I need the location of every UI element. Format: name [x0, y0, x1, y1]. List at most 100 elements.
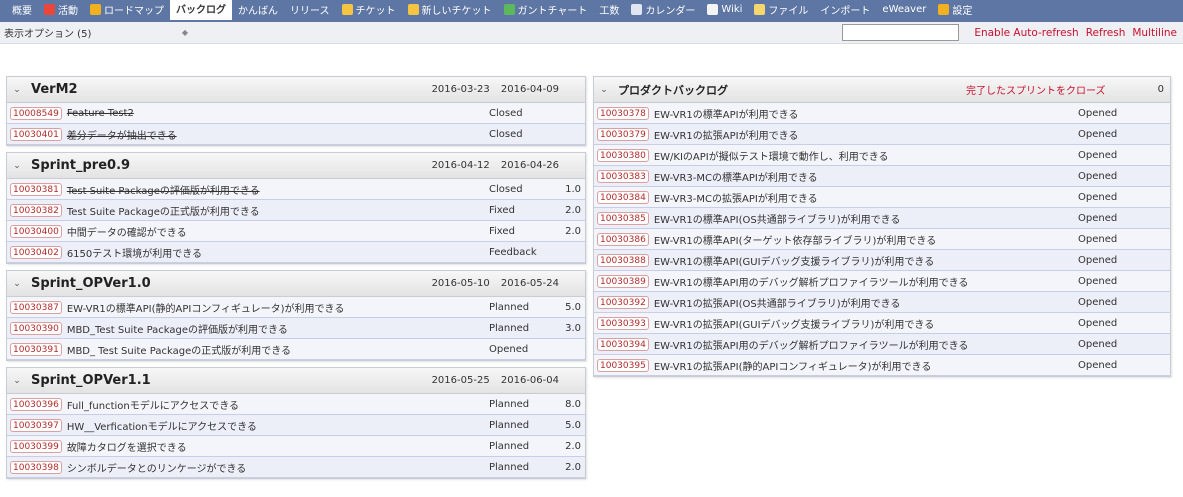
ticket-status[interactable]: Fixed	[489, 226, 515, 237]
ticket-id-link[interactable]: 10030380	[597, 148, 649, 162]
multiline-link[interactable]: Multiline	[1132, 27, 1177, 39]
ticket-id-link[interactable]: 10030386	[597, 232, 649, 246]
ticket-id-link[interactable]: 10030395	[597, 358, 649, 372]
ticket-row[interactable]: 10030400 中間データの確認ができる Fixed 2.0	[7, 221, 585, 242]
ticket-points[interactable]: 8.0	[565, 399, 581, 410]
ticket-title[interactable]: EW-VR1の拡張API用のデバッグ解析プロファイラツールが利用できる	[654, 337, 969, 352]
ticket-id-link[interactable]: 10008549	[10, 106, 62, 120]
ticket-status[interactable]: Opened	[1078, 171, 1117, 182]
ticket-title[interactable]: EW-VR1の拡張APIが利用できる	[654, 127, 799, 142]
ticket-id-link[interactable]: 10030400	[10, 224, 62, 238]
ticket-id-link[interactable]: 10030398	[10, 460, 62, 474]
ticket-title[interactable]: Test Suite Packageの評価版が利用できる	[67, 182, 260, 197]
chevron-down-icon[interactable]: ⌄	[7, 85, 27, 95]
ticket-title[interactable]: シンボルデータとのリンケージができる	[67, 460, 247, 475]
ticket-id-link[interactable]: 10030390	[10, 321, 62, 335]
nav-item-0[interactable]: 概要	[6, 0, 38, 20]
ticket-status[interactable]: Planned	[489, 420, 529, 431]
ticket-title[interactable]: 6150テスト環境が利用できる	[67, 245, 202, 260]
ticket-row[interactable]: 10030381 Test Suite Packageの評価版が利用できる Clos…	[7, 179, 585, 200]
ticket-row[interactable]: 10030392 EW-VR1の拡張API(OS共通部ライブラリ)が利用できる Op…	[594, 292, 1170, 313]
ticket-id-link[interactable]: 10030387	[10, 300, 62, 314]
ticket-title[interactable]: EW-VR3-MCの標準APIが利用できる	[654, 169, 818, 184]
ticket-row[interactable]: 10030389 EW-VR1の標準API用のデバッグ解析プロファイラツールが利用…	[594, 271, 1170, 292]
ticket-title[interactable]: EW-VR1の拡張API(静的APIコンフィギュレータ)が利用できる	[654, 358, 932, 373]
search-input[interactable]	[842, 24, 960, 41]
nav-item-10[interactable]: カレンダー	[625, 0, 701, 20]
ticket-row[interactable]: 10030396 Full_functionモデルにアクセスできる Planned 8…	[7, 394, 585, 415]
chevron-down-icon[interactable]: ⌄	[7, 376, 27, 386]
ticket-title[interactable]: MBD_Test Suite Packageの評価版が利用できる	[67, 321, 288, 336]
ticket-status[interactable]: Closed	[489, 108, 523, 119]
ticket-status[interactable]: Opened	[1078, 255, 1117, 266]
sprint-name[interactable]: Sprint_OPVer1.1	[31, 373, 151, 388]
ticket-status[interactable]: Opened	[489, 344, 528, 355]
ticket-points[interactable]: 5.0	[565, 420, 581, 431]
ticket-points[interactable]: 3.0	[565, 323, 581, 334]
nav-item-3[interactable]: バックログ	[170, 0, 232, 20]
ticket-status[interactable]: Opened	[1078, 213, 1117, 224]
ticket-status[interactable]: Opened	[1078, 318, 1117, 329]
ticket-status[interactable]: Opened	[1078, 360, 1117, 371]
ticket-title[interactable]: EW-VR3-MCの拡張APIが利用できる	[654, 190, 818, 205]
sprint-name[interactable]: Sprint_OPVer1.0	[31, 276, 151, 291]
ticket-id-link[interactable]: 10030388	[597, 253, 649, 267]
ticket-row[interactable]: 10030394 EW-VR1の拡張API用のデバッグ解析プロファイラツールが利用…	[594, 334, 1170, 355]
ticket-title[interactable]: HW__Verficationモデルにアクセスできる	[67, 418, 257, 433]
ticket-title[interactable]: EW-VR1の標準API(OS共通部ライブラリ)が利用できる	[654, 211, 901, 226]
ticket-points[interactable]: 1.0	[565, 184, 581, 195]
ticket-title[interactable]: EW-VR1の標準API(ターゲット依存部ライブラリ)が利用できる	[654, 232, 936, 247]
ticket-row[interactable]: 10030378 EW-VR1の標準APIが利用できる Opened	[594, 103, 1170, 124]
ticket-row[interactable]: 10030393 EW-VR1の拡張API(GUIデバッグ支援ライブラリ)が利用で…	[594, 313, 1170, 334]
close-completed-sprints-link[interactable]: 完了したスプリントをクローズ	[966, 82, 1106, 97]
ticket-id-link[interactable]: 10030383	[597, 169, 649, 183]
ticket-title[interactable]: Feature Test2	[67, 108, 134, 119]
ticket-id-link[interactable]: 10030381	[10, 182, 62, 196]
ticket-title[interactable]: 差分データが抽出できる	[67, 127, 177, 142]
ticket-row[interactable]: 10008549 Feature Test2 Closed	[7, 103, 585, 124]
ticket-points[interactable]: 2.0	[565, 462, 581, 473]
ticket-row[interactable]: 10030387 EW-VR1の標準API(静的APIコンフィギュレータ)が利用で…	[7, 297, 585, 318]
nav-item-5[interactable]: リリース	[284, 0, 336, 20]
ticket-row[interactable]: 10030382 Test Suite Packageの正式版が利用できる Fixe…	[7, 200, 585, 221]
ticket-title[interactable]: EW/KIのAPIが擬似テスト環境で動作し、利用できる	[654, 148, 889, 163]
sprint-name[interactable]: VerM2	[31, 82, 78, 97]
ticket-status[interactable]: Opened	[1078, 108, 1117, 119]
nav-item-8[interactable]: ガントチャート	[498, 0, 594, 20]
ticket-title[interactable]: EW-VR1の拡張API(GUIデバッグ支援ライブラリ)が利用できる	[654, 316, 934, 331]
ticket-id-link[interactable]: 10030401	[10, 127, 62, 141]
nav-item-9[interactable]: 工数	[593, 0, 625, 20]
ticket-status[interactable]: Opened	[1078, 276, 1117, 287]
ticket-id-link[interactable]: 10030402	[10, 245, 62, 259]
nav-item-1[interactable]: 活動	[38, 0, 84, 20]
nav-item-14[interactable]: eWeaver	[876, 0, 932, 20]
ticket-row[interactable]: 10030385 EW-VR1の標準API(OS共通部ライブラリ)が利用できる Op…	[594, 208, 1170, 229]
ticket-title[interactable]: 故障カタログを選択できる	[67, 439, 187, 454]
ticket-title[interactable]: EW-VR1の標準API(GUIデバッグ支援ライブラリ)が利用できる	[654, 253, 934, 268]
ticket-title[interactable]: MBD_ Test Suite Packageの正式版が利用できる	[67, 342, 291, 357]
ticket-title[interactable]: EW-VR1の標準API(静的APIコンフィギュレータ)が利用できる	[67, 300, 345, 315]
ticket-id-link[interactable]: 10030393	[597, 316, 649, 330]
ticket-id-link[interactable]: 10030384	[597, 190, 649, 204]
chevron-down-icon[interactable]: ⌄	[7, 161, 27, 171]
ticket-id-link[interactable]: 10030378	[597, 106, 649, 120]
ticket-id-link[interactable]: 10030397	[10, 418, 62, 432]
ticket-status[interactable]: Planned	[489, 441, 529, 452]
ticket-status[interactable]: Closed	[489, 184, 523, 195]
ticket-status[interactable]: Planned	[489, 462, 529, 473]
chevron-down-icon[interactable]: ⌄	[7, 279, 27, 289]
chevron-down-icon[interactable]: ⌄	[594, 85, 614, 95]
ticket-title[interactable]: Test Suite Packageの正式版が利用できる	[67, 203, 260, 218]
ticket-row[interactable]: 10030401 差分データが抽出できる Closed	[7, 124, 585, 145]
nav-item-11[interactable]: Wiki	[701, 0, 748, 20]
display-options-select[interactable]: 表示オプション (5) ◆	[1, 24, 191, 42]
sprint-name[interactable]: Sprint_pre0.9	[31, 158, 130, 173]
ticket-id-link[interactable]: 10030396	[10, 397, 62, 411]
ticket-status[interactable]: Planned	[489, 323, 529, 334]
ticket-status[interactable]: Opened	[1078, 234, 1117, 245]
ticket-row[interactable]: 10030384 EW-VR3-MCの拡張APIが利用できる Opened	[594, 187, 1170, 208]
nav-item-15[interactable]: 設定	[932, 0, 978, 20]
ticket-row[interactable]: 10030388 EW-VR1の標準API(GUIデバッグ支援ライブラリ)が利用で…	[594, 250, 1170, 271]
ticket-row[interactable]: 10030379 EW-VR1の拡張APIが利用できる Opened	[594, 124, 1170, 145]
nav-item-13[interactable]: インポート	[814, 0, 876, 20]
